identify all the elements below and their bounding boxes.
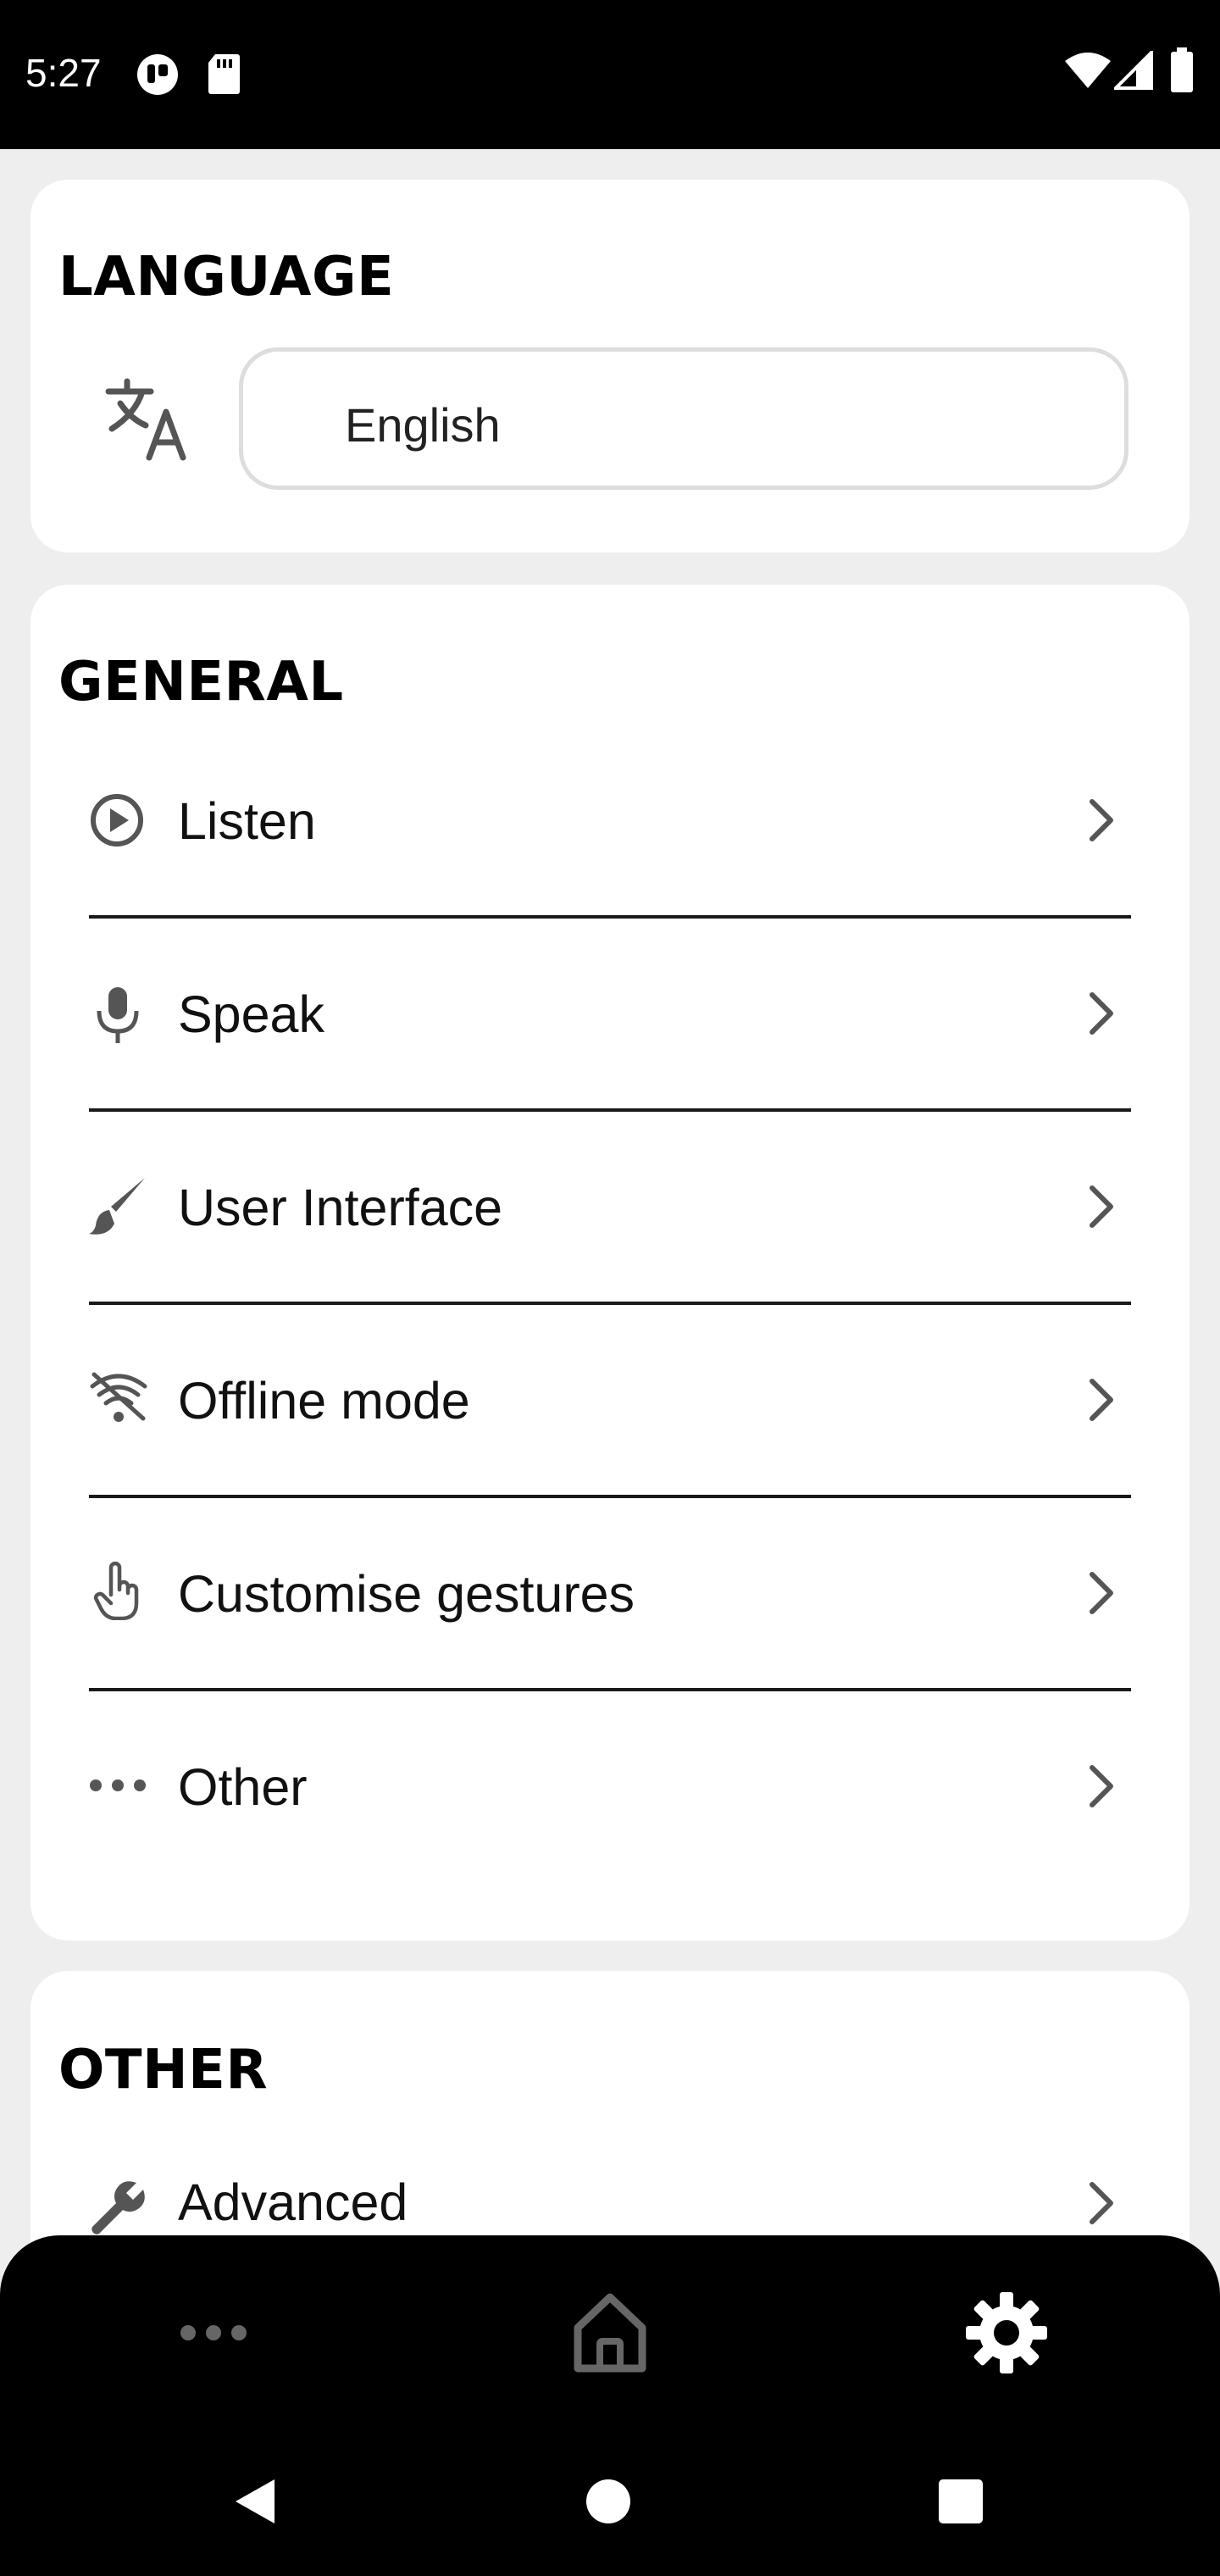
row-label-listen: Listen — [178, 792, 316, 850]
language-select[interactable]: English — [239, 347, 1128, 490]
hand-pointer-icon — [93, 1561, 139, 1620]
notification-app-icon — [137, 54, 178, 95]
row-label-customise-gestures: Customise gestures — [178, 1565, 635, 1623]
row-label-other: Other — [178, 1758, 308, 1816]
more-dots-icon — [90, 1779, 146, 1791]
back-icon[interactable] — [230, 2476, 278, 2527]
battery-icon — [1171, 47, 1193, 92]
chevron-right-icon — [1090, 1572, 1113, 1614]
row-label-user-interface: User Interface — [178, 1179, 503, 1236]
settings-row-offline-mode[interactable]: Offline mode — [89, 1302, 1131, 1498]
chevron-right-icon — [1090, 1765, 1113, 1807]
settings-row-listen[interactable]: Listen — [89, 722, 1131, 919]
row-label-offline-mode: Offline mode — [178, 1372, 470, 1430]
wrench-icon — [92, 2181, 145, 2235]
chevron-right-icon — [1090, 1185, 1113, 1228]
translate-icon — [105, 378, 186, 461]
home-circle-icon[interactable] — [585, 2478, 632, 2525]
chevron-right-icon — [1090, 1379, 1113, 1421]
other-title: OTHER — [58, 2039, 269, 2101]
play-circle-icon — [91, 794, 143, 847]
settings-row-other[interactable]: Other — [89, 1688, 1131, 1881]
paintbrush-icon — [89, 1178, 145, 1235]
settings-row-customise-gestures[interactable]: Customise gestures — [89, 1495, 1131, 1691]
language-title: LANGUAGE — [58, 246, 395, 308]
cell-signal-icon — [1114, 51, 1153, 90]
general-title: GENERAL — [58, 651, 344, 713]
nav-settings-button[interactable] — [956, 2282, 1057, 2384]
wifi-off-icon — [90, 1372, 147, 1422]
chevron-right-icon — [1090, 799, 1113, 841]
status-time: 5:27 — [25, 51, 102, 95]
settings-row-user-interface[interactable]: User Interface — [89, 1108, 1131, 1305]
wifi-icon — [1065, 53, 1111, 88]
bottom-navigation — [0, 2235, 1220, 2432]
nav-home-button[interactable] — [559, 2282, 661, 2384]
settings-row-speak[interactable]: Speak — [89, 915, 1131, 1112]
settings-row-advanced[interactable]: Advanced — [89, 2135, 1131, 2235]
chevron-right-icon — [1090, 992, 1113, 1035]
status-bar: 5:27 — [0, 0, 1220, 149]
language-value: English — [345, 398, 501, 452]
sd-card-icon — [208, 54, 240, 94]
row-label-speak: Speak — [178, 985, 324, 1043]
microphone-icon — [97, 987, 139, 1043]
recents-square-icon[interactable] — [937, 2478, 984, 2525]
row-label-advanced: Advanced — [178, 2174, 408, 2231]
system-navigation-bar — [0, 2432, 1220, 2576]
nav-more-button[interactable] — [163, 2282, 264, 2384]
chevron-right-icon — [1090, 2182, 1113, 2224]
